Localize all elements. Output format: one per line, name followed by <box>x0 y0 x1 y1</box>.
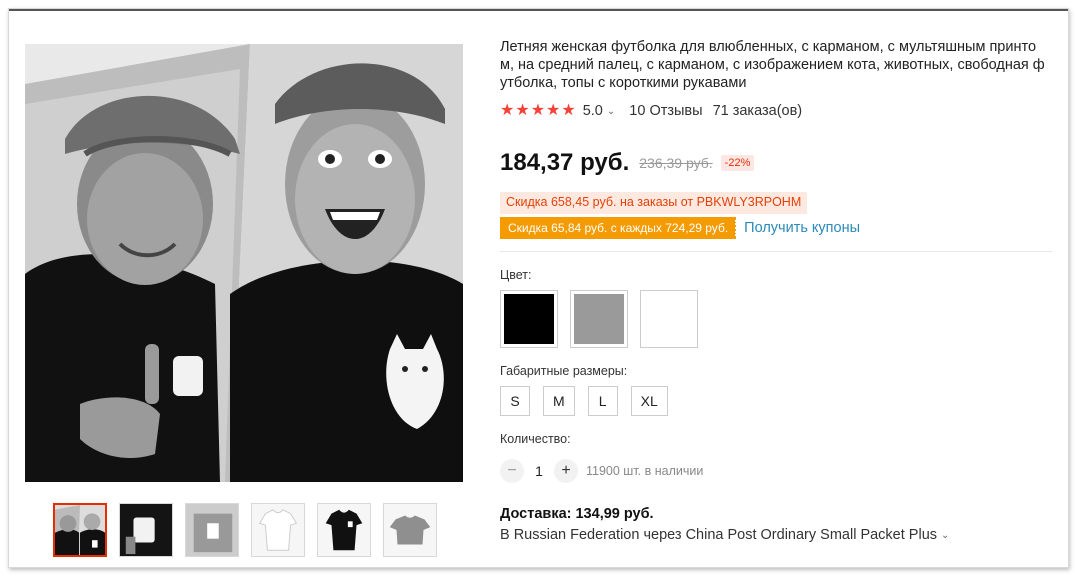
price-row: 184,37 руб. 236,39 руб. -22% <box>500 147 1052 179</box>
discount-badge: -22% <box>720 155 755 171</box>
star-icon: ★ <box>561 102 576 119</box>
chevron-down-icon[interactable]: ⌄ <box>607 106 615 117</box>
size-option-m[interactable]: M <box>543 386 575 416</box>
size-option-l[interactable]: L <box>587 386 618 416</box>
quantity-label: Количество: <box>500 432 571 446</box>
shipping-method[interactable]: В Russian Federation через China Post Or… <box>500 527 1052 543</box>
thumbnail-grey-shirt[interactable] <box>383 503 437 557</box>
reviews-link[interactable]: 10 Отзывы <box>629 103 702 119</box>
rating-stars: ★ ★ ★ ★ ★ <box>500 103 576 119</box>
shipping-title: Доставка: 134,99 руб. <box>500 506 654 522</box>
color-label: Цвет: <box>500 268 532 282</box>
size-options: S M L XL <box>500 386 1052 416</box>
star-icon: ★ <box>515 102 530 119</box>
size-option-xl[interactable]: XL <box>630 386 668 416</box>
quantity-value[interactable]: 1 <box>524 463 554 479</box>
plus-icon[interactable]: + <box>554 459 578 483</box>
thumbnail-strip <box>53 503 437 557</box>
minus-icon[interactable]: − <box>500 459 524 483</box>
main-product-photo[interactable] <box>25 44 463 482</box>
color-options <box>500 290 1052 348</box>
store-discount-badge: Скидка 658,45 руб. на заказы от PBKWLY3R… <box>500 192 808 214</box>
color-swatch-black[interactable] <box>500 290 558 348</box>
current-price: 184,37 руб. <box>500 149 630 176</box>
thumbnail-1[interactable] <box>53 503 107 557</box>
star-icon: ★ <box>530 102 546 119</box>
color-swatch-white[interactable] <box>640 290 698 348</box>
stock-count: 11900 шт. в наличии <box>586 464 704 478</box>
divider <box>500 251 1052 252</box>
rating-row: ★ ★ ★ ★ ★ 5.0 ⌄ 10 Отзывы 71 заказа(ов) <box>500 101 1052 121</box>
thumbnail-3[interactable] <box>185 503 239 557</box>
thumbnail-black-shirt[interactable] <box>317 503 371 557</box>
shipping-method-text: В Russian Federation через China Post Or… <box>500 527 938 543</box>
rating-score[interactable]: 5.0 <box>583 103 603 119</box>
product-title: Летняя женская футболка для влюбленных, … <box>500 39 1045 91</box>
star-icon: ★ <box>500 102 515 119</box>
coupon-row: Скидка 65,84 руб. с каждых 724,29 руб. П… <box>500 216 1052 240</box>
swatch-fill <box>644 294 694 344</box>
thumbnail-2[interactable] <box>119 503 173 557</box>
swatch-fill <box>504 294 554 344</box>
size-option-s[interactable]: S <box>500 386 530 416</box>
quantity-stepper: − 1 + 11900 шт. в наличии <box>500 459 1052 483</box>
color-swatch-grey[interactable] <box>570 290 628 348</box>
product-info: Летняя женская футболка для влюбленных, … <box>500 38 1052 543</box>
swatch-fill <box>574 294 624 344</box>
thumbnail-white-shirt[interactable] <box>251 503 305 557</box>
size-label: Габаритные размеры: <box>500 364 628 378</box>
orders-count: 71 заказа(ов) <box>712 103 803 119</box>
chevron-down-icon[interactable]: ⌄ <box>941 530 949 541</box>
star-icon: ★ <box>546 102 561 119</box>
old-price: 236,39 руб. <box>639 155 713 171</box>
coupon-badge[interactable]: Скидка 65,84 руб. с каждых 724,29 руб. <box>500 217 738 239</box>
get-coupons-link[interactable]: Получить купоны <box>744 220 860 236</box>
